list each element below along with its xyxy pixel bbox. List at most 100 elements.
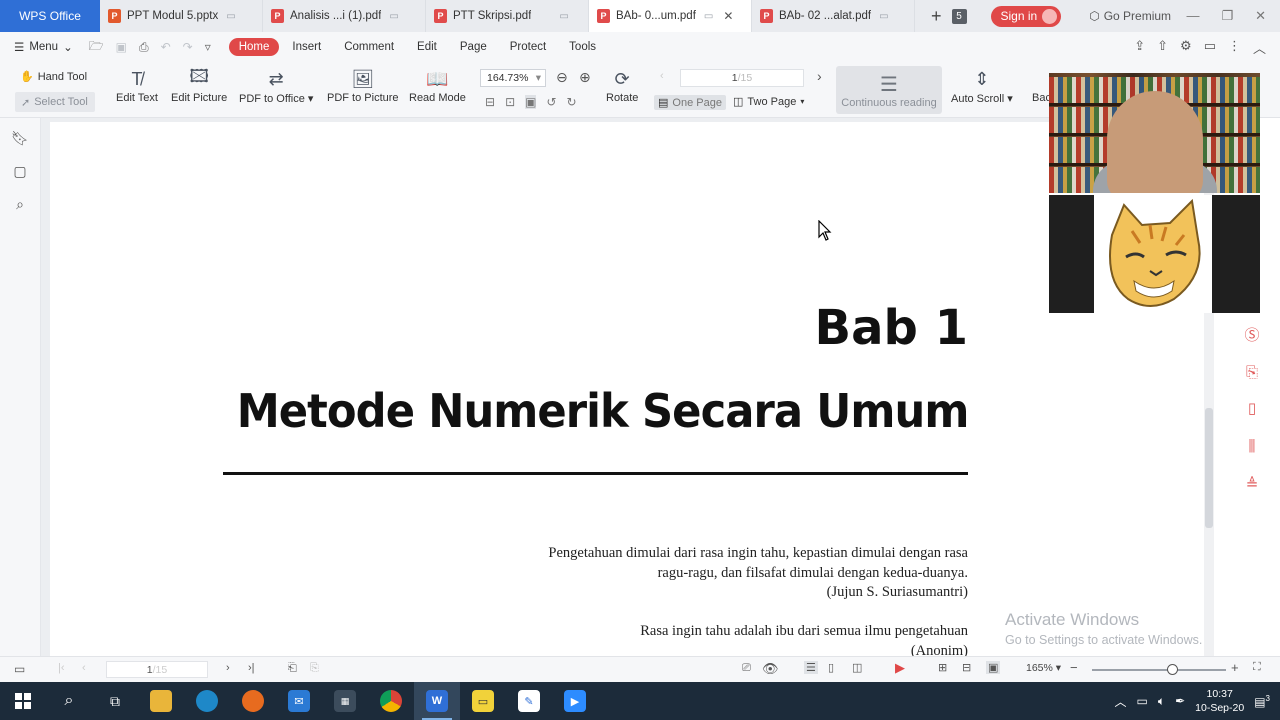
pdf-split-icon[interactable]: ⫼ [1242,436,1262,456]
go-premium-button[interactable]: ⬡ Go Premium [1089,9,1171,23]
one-page-button[interactable]: ▤ One Page [654,95,726,110]
main-menu-button[interactable]: ☰ Menu ⌄ [14,40,73,54]
next-view-icon[interactable]: ⎘ [310,662,319,675]
zoom-out-icon[interactable]: ⊖ [556,69,568,86]
zoom-slider[interactable] [1092,664,1226,675]
tab-protect[interactable]: Protect [500,38,556,56]
customize-quick-access-icon[interactable]: ▿ [205,40,211,54]
sidebar-toggle-icon[interactable]: ▭ [14,662,25,676]
close-window-icon[interactable]: ✕ [1255,8,1266,24]
taskbar-file-explorer[interactable] [138,682,184,720]
settings-icon[interactable]: ⚙ [1180,38,1192,57]
scrollbar-thumb[interactable] [1205,408,1213,528]
two-page-button[interactable]: ◫ Two Page ▾ [733,95,804,109]
previous-view-icon[interactable]: ⎗ [288,662,297,675]
task-view-button[interactable]: ⧉ [92,682,138,720]
search-button[interactable]: ⌕ [46,682,92,720]
close-tab-icon[interactable]: ✕ [723,9,733,23]
page-number-input[interactable]: 1 /15 [680,69,804,87]
rotate-right-icon[interactable]: ↻ [567,95,577,109]
search-document-icon[interactable]: ⌕ [16,196,24,213]
volume-icon[interactable]: 🔈︎ [1158,694,1165,709]
taskbar-chrome[interactable] [368,682,414,720]
tab-insert[interactable]: Insert [282,38,331,56]
pdf-to-office-button[interactable]: ⇄ PDF to Office ▾ [239,66,313,106]
save-icon[interactable]: ▣ [116,40,127,54]
edit-text-button[interactable]: T̸ Edit Text [116,66,158,105]
document-viewport[interactable]: Bab 1 Metode Numerik Secara Umum Pengeta… [41,118,1204,656]
status-page-input[interactable]: 1 /15 [106,661,208,678]
rotate-left-icon[interactable]: ↺ [546,95,556,109]
eye-protection-icon[interactable]: 👁︎ [762,661,779,677]
single-page-view-icon[interactable]: ▯ [828,661,834,674]
tab-comment[interactable]: Comment [334,38,404,56]
minimize-icon[interactable]: — [1186,8,1199,24]
rotate-button[interactable]: ⟳ Rotate [606,66,638,105]
tab-ppt-modul[interactable]: P PPT Modul 5.pptx ▭ [100,0,263,32]
pdf-to-picture-button[interactable]: 🖼 PDF to Picture [327,66,399,105]
tab-page[interactable]: Page [450,38,497,56]
zoom-level[interactable]: 165% ▾ [1026,662,1061,674]
sign-in-button[interactable]: Sign in [990,5,1062,27]
tab-count-badge[interactable]: 5 [951,8,967,24]
hand-tool-button[interactable]: ✋ Hand Tool [20,70,87,84]
tab-home[interactable]: Home [228,38,280,56]
export-icon[interactable]: ⇧ [1157,38,1168,57]
zoom-slider-handle[interactable] [1167,664,1179,675]
open-folder-icon[interactable]: 🗁 [89,37,104,58]
add-tab-icon[interactable]: + [931,6,942,27]
fit-height-icon[interactable]: ⊟ [485,95,495,109]
more-icon[interactable]: ⋮ [1228,38,1241,57]
tab-bab-01[interactable]: P BAb- 0...um.pdf ▭ ✕ [589,0,752,32]
pdf-compress-icon[interactable]: ▯ [1242,398,1262,418]
share-icon[interactable]: ⇪ [1134,38,1145,57]
bookmark-icon[interactable]: 🔖︎ [11,130,29,147]
pdf-sign-icon[interactable]: Ⓢ [1242,324,1262,344]
fit-width-icon[interactable]: ⊞ [938,661,947,674]
zoom-select[interactable]: 164.73% ▾ [480,69,546,87]
tab-ptt-skripsi[interactable]: P PTT Skripsi.pdf ▭ [426,0,589,32]
taskbar-wps-office[interactable]: W [414,682,460,720]
notification-center-icon[interactable]: ▤3 [1254,694,1270,709]
select-tool-button[interactable]: ➚ Select Tool [15,92,95,112]
zoom-in-icon[interactable]: ⊕ [579,69,591,86]
next-page-icon[interactable]: › [817,68,822,84]
system-clock[interactable]: 10:37 10-Sep-20 [1195,687,1244,715]
start-button[interactable] [0,682,46,720]
zoom-out-icon[interactable]: − [1070,660,1078,675]
actual-size-icon[interactable]: ▣ [986,661,1001,674]
previous-page-icon[interactable]: ‹ [82,662,86,674]
show-hidden-icons-icon[interactable]: ︿ [1115,693,1127,710]
tab-bab-02[interactable]: P BAb- 02 ...alat.pdf ▭ [752,0,915,32]
fullscreen-icon[interactable]: ⛶ [1253,661,1261,674]
taskbar-notes[interactable]: ▭ [460,682,506,720]
tab-tools[interactable]: Tools [559,38,606,56]
thumbnails-icon[interactable]: ▢ [13,163,26,180]
undo-icon[interactable]: ↶ [161,40,171,54]
redo-icon[interactable]: ↷ [183,40,193,54]
tab-edit[interactable]: Edit [407,38,447,56]
fit-width-icon[interactable]: ⊡ [505,95,515,109]
restore-icon[interactable]: ❐ [1221,8,1233,24]
pdf-convert-icon[interactable]: ⎘ [1242,362,1262,382]
taskbar-calendar[interactable]: ▦ [322,682,368,720]
continuous-reading-button[interactable]: ☰ Continuous reading [836,66,942,114]
pdf-watermark-icon[interactable]: ≜ [1242,474,1262,494]
actual-size-icon[interactable]: ▣ [525,95,537,109]
wps-office-home-tab[interactable]: WPS Office [0,0,100,32]
edit-picture-button[interactable]: 🖾 Edit Picture [171,66,227,104]
fit-height-icon[interactable]: ⊟ [962,661,971,674]
continuous-view-icon[interactable]: ☰ [804,661,818,674]
auto-scroll-button[interactable]: ⇕ Auto Scroll ▾ [951,66,1013,106]
comment-icon[interactable]: ▭ [1204,38,1216,57]
pen-ink-icon[interactable]: ✒ [1175,694,1185,708]
previous-page-icon[interactable]: ‹ [660,70,664,82]
book-view-icon[interactable]: ◫ [852,661,862,674]
tab-analisis[interactable]: P Analisis ...i (1).pdf ▭ [263,0,426,32]
taskbar-edge[interactable] [184,682,230,720]
taskbar-firefox[interactable] [230,682,276,720]
taskbar-zoom[interactable]: ▶ [552,682,598,720]
battery-icon[interactable]: ▭ [1137,694,1148,708]
last-page-icon[interactable]: ›| [248,662,255,674]
taskbar-mail[interactable]: ✉ [276,682,322,720]
